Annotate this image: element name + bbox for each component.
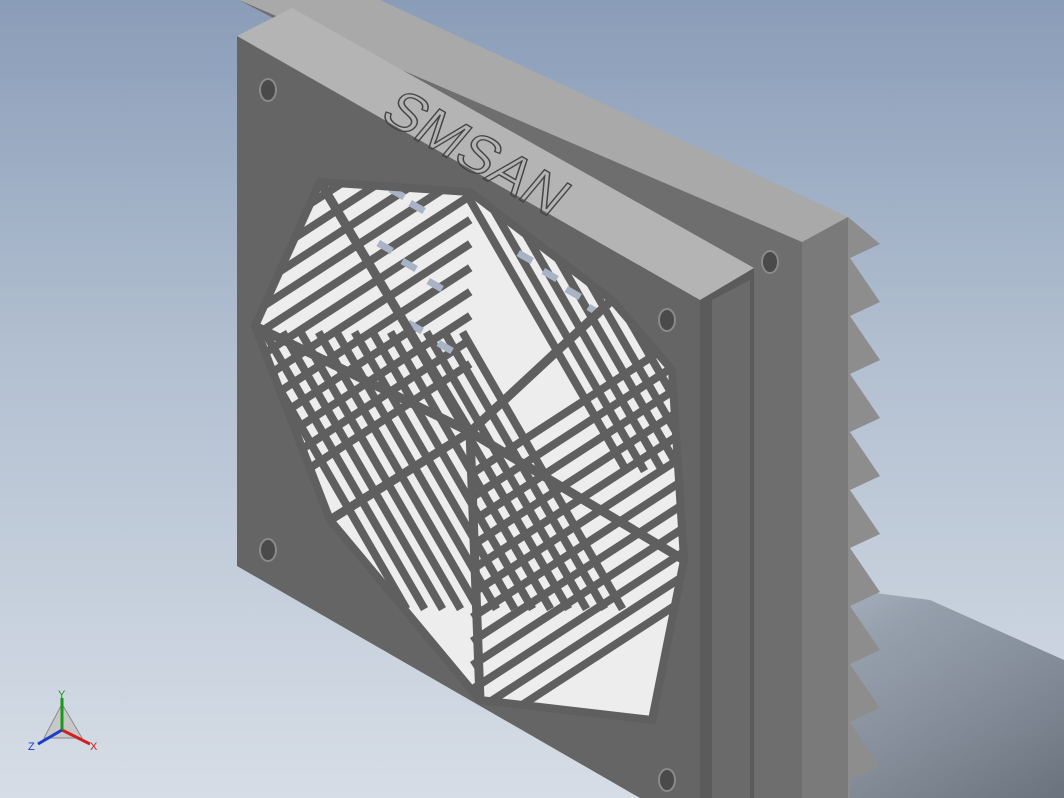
mounting-hole bbox=[658, 768, 676, 792]
model-scene[interactable]: SMSAN X Y Z bbox=[0, 0, 1064, 798]
mounting-hole bbox=[761, 250, 779, 274]
mounting-hole bbox=[259, 538, 277, 562]
coordinate-triad: X Y Z bbox=[28, 689, 98, 753]
y-axis-label: Y bbox=[58, 689, 66, 701]
graphics-viewport[interactable]: SMSAN X Y Z bbox=[0, 0, 1064, 798]
x-axis-label: X bbox=[90, 741, 98, 753]
z-axis-label: Z bbox=[28, 741, 35, 753]
frame-side-inner bbox=[712, 280, 750, 798]
mounting-hole bbox=[259, 78, 277, 102]
mounting-hole bbox=[658, 308, 676, 332]
